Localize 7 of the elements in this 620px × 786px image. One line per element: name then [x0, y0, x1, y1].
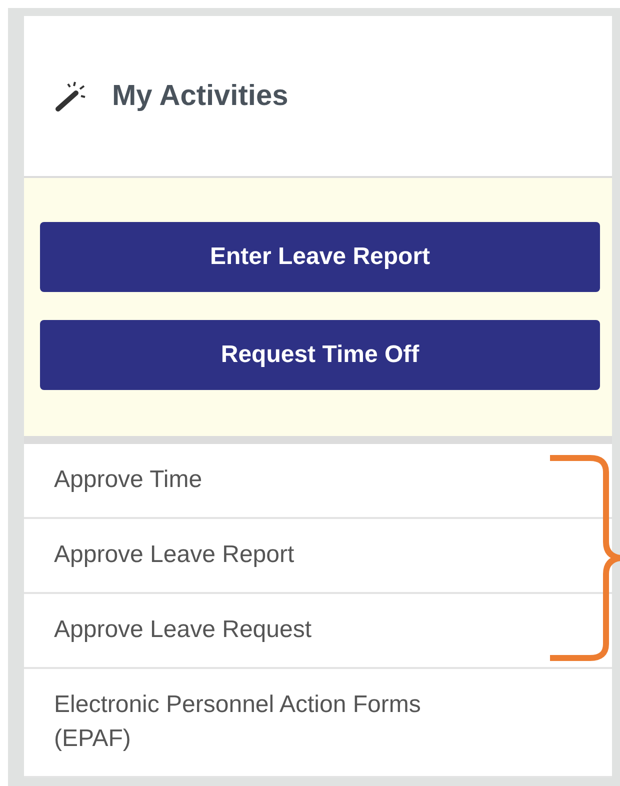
activity-link[interactable]: Electronic Personnel Action Forms (EPAF) — [24, 669, 612, 778]
activity-link[interactable]: Approve Leave Request — [24, 594, 612, 669]
action-button[interactable]: Request Time Off — [40, 320, 600, 390]
action-button[interactable]: Enter Leave Report — [40, 222, 600, 292]
panel-title: My Activities — [112, 80, 288, 112]
activity-link[interactable]: Approve Time — [24, 444, 612, 519]
activity-link[interactable]: Approve Leave Report — [24, 519, 612, 594]
